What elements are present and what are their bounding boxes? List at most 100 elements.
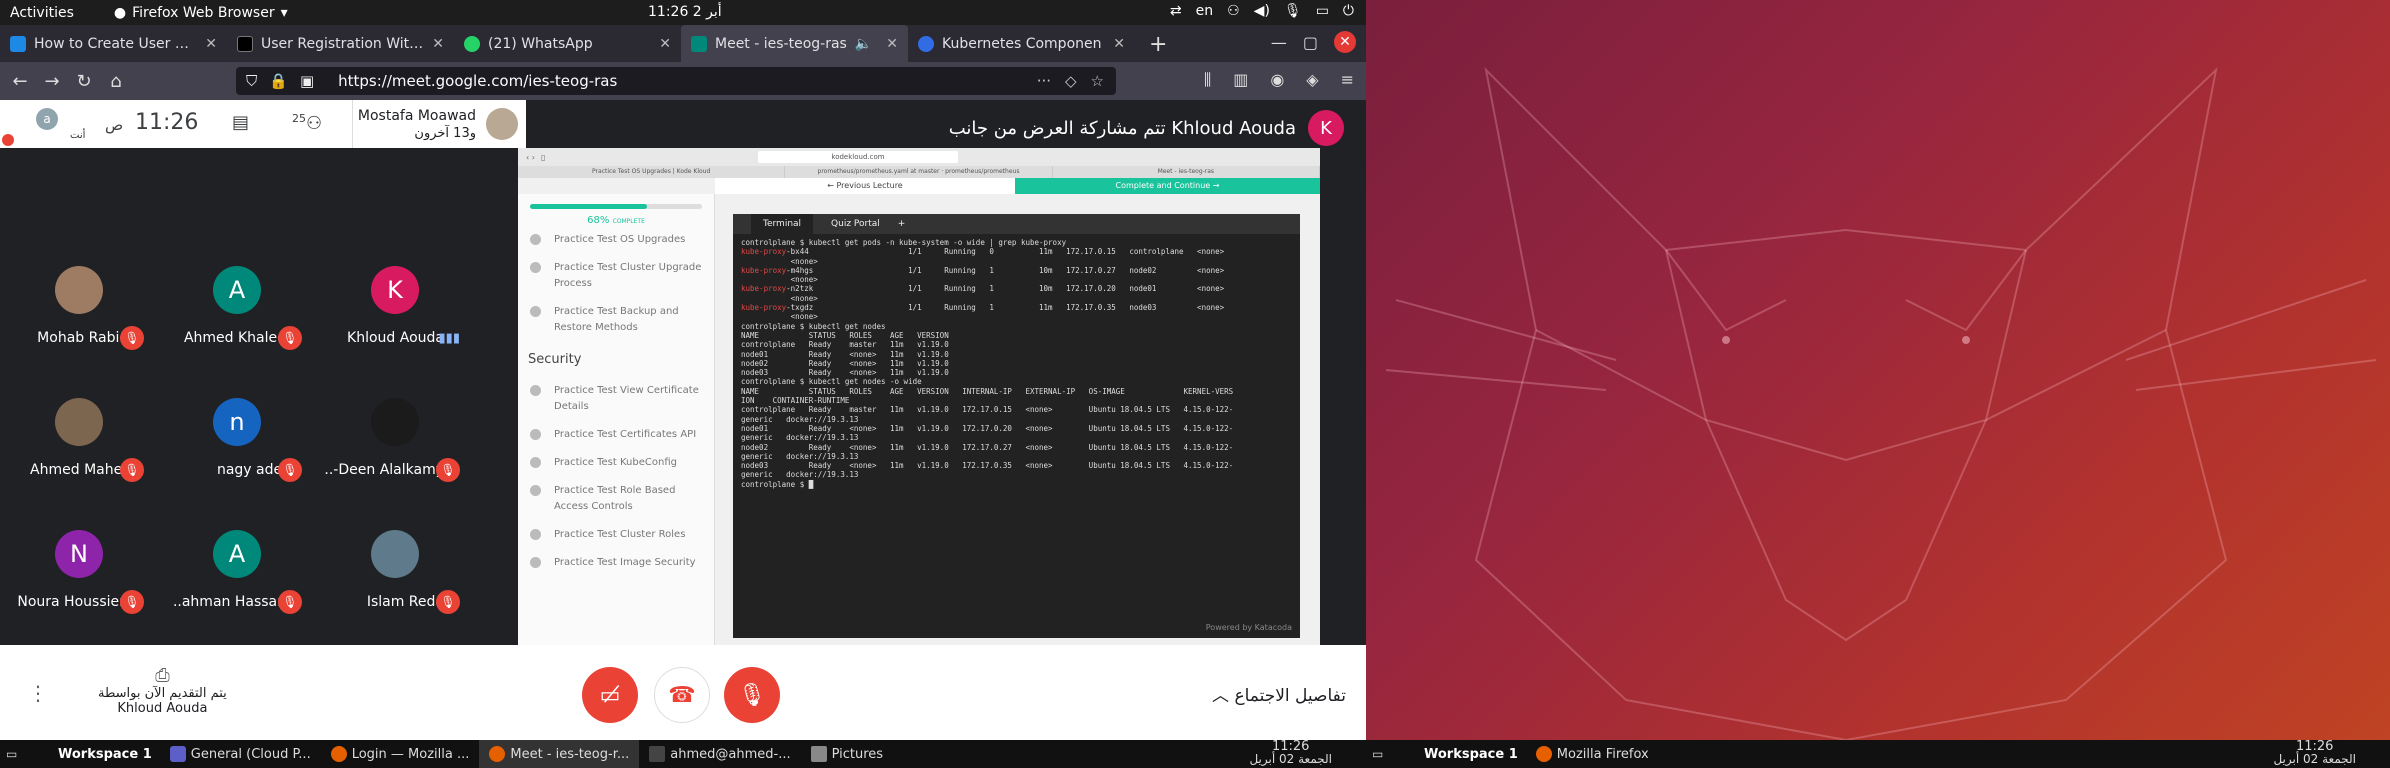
window-close-button[interactable]: ✕ — [1334, 31, 1356, 53]
people-button[interactable]: 25⚇ — [292, 112, 322, 134]
teams-icon — [169, 746, 186, 762]
progress-bar — [530, 204, 702, 209]
camera-icon: ▣ — [299, 72, 315, 90]
participant-tile[interactable]: ..-Deen Alalkamy 🎙 — [316, 372, 474, 504]
minimize-button[interactable]: — — [1271, 33, 1287, 52]
course-sidebar: 68% COMPLETE Practice Test OS Upgrades P… — [518, 194, 715, 648]
meeting-details-button[interactable]: ︿ تفاصيل الاجتماع — [1212, 681, 1346, 706]
sidebar-lecture: Practice Test OS Upgrades — [528, 226, 704, 254]
participant-name: Islam Reda — [366, 594, 444, 610]
taskbar-clock[interactable]: 11:26 الجمعة 02 أبريل — [2273, 740, 2356, 766]
tab-favicon — [10, 35, 26, 52]
people-icon: ⚇ — [306, 113, 323, 134]
maximize-button[interactable]: ▢ — [1303, 33, 1318, 52]
close-icon[interactable]: ✕ — [205, 36, 217, 52]
system-tray[interactable]: ⇄ en ⚇ ◀) 🎙 ▭ ⏻ — [1170, 3, 1354, 19]
back-icon: ‹ › — [526, 152, 535, 162]
battery-icon: ▭ — [1315, 3, 1329, 19]
hang-up-button[interactable]: ☎ — [654, 667, 710, 723]
reload-button[interactable]: ↻ — [68, 71, 100, 92]
speaker-icon[interactable]: 🔈 — [855, 36, 872, 52]
taskbar-item-firefox[interactable]: Mozilla Firefox — [1526, 740, 1659, 768]
taskbar-item-login[interactable]: Login — Mozilla ... — [321, 740, 480, 768]
present-now-button[interactable]: ⎙ يتم التقديم الآن بواسطة Khloud Aouda — [98, 665, 227, 716]
participant-name: nagy adel — [216, 462, 286, 478]
back-button[interactable]: ← — [4, 71, 36, 92]
taskbar-item-teams[interactable]: General (Cloud P... — [160, 740, 321, 768]
shared-tab: Practice Test OS Upgrades | Kode Kloud — [518, 166, 786, 178]
close-icon[interactable]: ✕ — [432, 36, 444, 52]
library-icon[interactable]: ⫼ — [1204, 70, 1211, 90]
sidebar-lecture: Practice Test Cluster Upgrade Process — [528, 254, 704, 298]
taskbar-item-pictures[interactable]: Pictures — [801, 740, 893, 768]
tab-user-signup[interactable]: How to Create User Sign ✕ — [0, 25, 227, 62]
tab-label: User Registration With E — [261, 35, 425, 52]
more-options-icon[interactable]: ⋮ — [28, 681, 48, 705]
top-clock[interactable]: 11:26 أبر 2 — [648, 4, 722, 20]
taskbar-item-terminal[interactable]: ahmed@ahmed-... — [639, 740, 800, 768]
self-tile[interactable]: a أنت — [0, 100, 85, 148]
menu-icon[interactable]: ≡ — [1341, 70, 1354, 90]
more-icon[interactable]: ··· — [1037, 72, 1051, 90]
terminal-tabs: Terminal Quiz Portal + — [733, 214, 1300, 234]
extension-icon[interactable]: ◈ — [1306, 70, 1318, 90]
workspace-label[interactable]: Workspace 1 — [58, 747, 152, 762]
meet-icon — [691, 35, 707, 52]
people-count: 25 — [292, 112, 306, 125]
participant-tile[interactable]: Islam Reda 🎙 — [316, 504, 474, 636]
bookmark-star-icon[interactable]: ☆ — [1091, 72, 1104, 90]
chat-icon[interactable]: ▤ — [232, 112, 249, 133]
camera-off-button[interactable]: ▭̸ — [582, 667, 638, 723]
participant-tile[interactable]: Mohab Rabie 🎙 — [0, 240, 158, 372]
kubernetes-icon — [918, 35, 934, 52]
taskbar-clock[interactable]: 11:26 الجمعة 02 أبريل — [1249, 740, 1332, 766]
participant-avatar — [55, 398, 103, 446]
participant-tile[interactable]: N Noura Houssien 🎙 — [0, 504, 158, 636]
language-indicator[interactable]: en — [1196, 3, 1214, 19]
close-icon[interactable]: ✕ — [1113, 36, 1125, 52]
show-desktop-icon[interactable]: ▭ — [6, 747, 17, 761]
taskbar-item-label: Pictures — [831, 746, 884, 762]
network-icon: ⚇ — [1227, 3, 1240, 19]
mic-off-button[interactable]: 🎙 — [724, 667, 780, 723]
monitor-left: Activities ● Firefox Web Browser ▾ 11:26 أ… — [0, 0, 1366, 768]
participant-tile[interactable]: Ahmed Maher 🎙 — [0, 372, 158, 504]
tab-meet[interactable]: Meet - ies-teog-ras 🔈 ✕ — [681, 25, 908, 62]
previous-lecture: ← Previous Lecture — [715, 178, 1015, 194]
taskbar-item-label: Mozilla Firefox — [1556, 746, 1649, 762]
taskbar-item-label: Login — Mozilla ... — [351, 746, 470, 762]
workspace-label[interactable]: Workspace 1 — [1424, 747, 1518, 762]
sidebar-section: Security — [528, 352, 582, 367]
lock-icon: 🔒 — [269, 72, 288, 90]
self-avatar: a — [36, 108, 58, 130]
participant-tile[interactable]: n nagy adel 🎙 — [158, 372, 316, 504]
shared-screen: ‹ › ▯ kodekloud.com Practice Test OS Upgr… — [518, 148, 1320, 648]
activities-button[interactable]: Activities — [10, 5, 74, 21]
sidebar-icon[interactable]: ▥ — [1233, 70, 1248, 90]
taskbar-item-meet[interactable]: Meet - ies-teog-r... — [479, 740, 640, 768]
tab-user-registration[interactable]: User Registration With E ✕ — [227, 25, 454, 62]
url-bar[interactable]: ⛉ 🔒 ▣ https://meet.google.com/ies-teog-r… — [236, 67, 1116, 95]
home-button[interactable]: ⌂ — [100, 71, 132, 92]
close-icon[interactable]: ✕ — [659, 36, 671, 52]
firefox-icon — [1535, 746, 1552, 762]
show-desktop-icon[interactable]: ▭ — [1372, 747, 1383, 761]
close-icon[interactable]: ✕ — [886, 36, 898, 52]
forward-button[interactable]: → — [36, 71, 68, 92]
sidebar-lecture: Practice Test Role Based Access Controls — [528, 477, 704, 521]
terminal-tab: Terminal — [751, 214, 814, 234]
participant-tile[interactable]: A ..ahman Hassan 🎙 — [158, 504, 316, 636]
sidebar-lecture: Practice Test Backup and Restore Methods — [528, 298, 704, 342]
tab-whatsapp[interactable]: (21) WhatsApp ✕ — [454, 25, 681, 62]
participant-tile[interactable]: A Ahmed Khaled 🎙 — [158, 240, 316, 372]
app-menu[interactable]: ● Firefox Web Browser ▾ — [114, 5, 288, 21]
participant-tile[interactable]: K Khloud Aouda ▮▮▮ — [316, 240, 474, 372]
tab-kubernetes[interactable]: Kubernetes Componen ✕ — [908, 25, 1135, 62]
present-line1: يتم التقديم الآن بواسطة — [98, 686, 227, 701]
presenter-card[interactable]: Mostafa Moawad و13 آخرون — [352, 100, 526, 148]
pocket-icon[interactable]: ◇ — [1065, 72, 1077, 90]
account-icon[interactable]: ◉ — [1270, 70, 1284, 90]
speaking-indicator-icon: ▮▮▮ — [438, 331, 460, 346]
url-text[interactable]: https://meet.google.com/ies-teog-ras — [338, 72, 617, 90]
new-tab-button[interactable]: + — [1149, 32, 1167, 57]
